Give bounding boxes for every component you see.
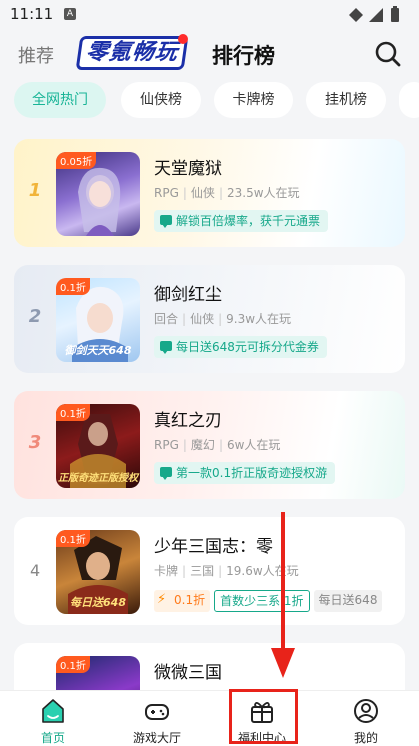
profile-icon (354, 699, 378, 723)
game-thumbnail: 0.05折 (56, 152, 140, 236)
promo-text: 第一款0.1折正版奇迹授权游 (176, 466, 328, 480)
tab-recommend[interactable]: 推荐 (18, 42, 54, 68)
message-icon (160, 341, 172, 354)
rank-number: 4 (30, 561, 41, 580)
nav-label: 首页 (40, 731, 65, 745)
game-genre: 回合 (154, 312, 179, 326)
chip-idle[interactable]: 挂机榜 (306, 82, 386, 118)
game-genre: 卡牌 (154, 564, 179, 578)
chip-more[interactable] (399, 82, 419, 118)
price-tag: 0.1折 (154, 590, 211, 612)
message-icon (160, 215, 172, 228)
annotation-arrow-head (271, 648, 295, 678)
promo-text: 每日送648元可拆分代金券 (176, 340, 319, 354)
category-chips: 全网热门 仙侠榜 卡牌榜 挂机榜 (0, 82, 419, 120)
discount-badge: 0.1折 (56, 656, 90, 673)
game-meta: 卡牌 | 三国 | 19.6w人在玩 (154, 564, 299, 578)
thumbnail-caption: 正版奇迹正版授权 (58, 473, 138, 484)
game-card[interactable]: 3 0.1折 正版奇迹正版授权 真红之刃 RPG | 魔幻 | 6w人在玩 第一款0.1… (14, 391, 405, 499)
game-promo-tag: 第一款0.1折正版奇迹授权游 (154, 462, 336, 484)
game-meta: 回合 | 仙侠 | 9.3w人在玩 (154, 312, 292, 326)
game-genre: RPG (154, 186, 179, 200)
game-title: 御剑红尘 (154, 285, 222, 305)
status-bar: 11:11 A (0, 0, 419, 30)
discount-badge: 0.1折 (56, 404, 90, 421)
rank-badge: 2 (28, 306, 42, 327)
game-title: 少年三国志：零 (154, 537, 273, 557)
annotation-arrow-line (281, 512, 285, 652)
status-time: 11:11 (10, 5, 54, 23)
promo-text: 解锁百倍爆率，获千元通票 (176, 214, 321, 228)
nav-label: 我的 (353, 731, 378, 745)
chip-card[interactable]: 卡牌榜 (214, 82, 293, 118)
rank-badge: 3 (28, 432, 42, 453)
game-thumbnail: 0.1折 每日送648 (56, 530, 140, 614)
annotation-highlight-box (229, 689, 298, 744)
game-theme: 三国 (190, 564, 215, 578)
chip-xianxia[interactable]: 仙侠榜 (121, 82, 201, 118)
promo-tag: 首数少三系.1折 (214, 590, 310, 612)
thumbnail-caption: 每日送648 (70, 596, 126, 609)
game-thumbnail: 0.1折 正版奇迹正版授权 (56, 404, 140, 488)
search-icon[interactable] (374, 40, 402, 68)
chip-hot[interactable]: 全网热门 (14, 82, 106, 118)
nav-label: 游戏大厅 (132, 731, 181, 745)
rank-badge: 1 (28, 180, 42, 201)
game-title: 天堂魔狱 (154, 159, 222, 179)
home-icon (42, 699, 64, 723)
game-meta: RPG | 魔幻 | 6w人在玩 (154, 438, 281, 452)
game-theme: 仙侠 (190, 312, 215, 326)
game-card[interactable]: 2 0.1折 御剑天天648 御剑红尘 回合 | 仙侠 | 9.3w人在玩 每日送648… (14, 265, 405, 373)
game-tags: 0.1折首数少三系.1折每日送648 (154, 590, 386, 612)
game-meta: RPG | 仙侠 | 23.5w人在玩 (154, 186, 300, 200)
game-thumbnail: 0.1折 御剑天天648 (56, 278, 140, 362)
message-icon (160, 467, 172, 480)
tab-ranking[interactable]: 排行榜 (212, 40, 275, 70)
discount-badge: 0.05折 (56, 152, 97, 169)
system-status-icons (349, 6, 399, 22)
game-genre: RPG (154, 438, 179, 452)
game-theme: 仙侠 (190, 186, 215, 200)
game-players: 19.6w人在玩 (226, 564, 299, 578)
bottom-navigation: 首页 游戏大厅 福利中心 我的 (0, 690, 419, 746)
game-theme: 魔幻 (190, 438, 215, 452)
game-promo-tag: 每日送648元可拆分代金券 (154, 336, 327, 358)
game-promo-tag: 解锁百倍爆率，获千元通票 (154, 210, 329, 232)
game-card[interactable]: 4 0.1折 每日送648 少年三国志：零 卡牌|三国|19.6w人在玩 0.1… (14, 517, 405, 625)
discount-badge: 0.1折 (56, 530, 90, 547)
gamepad-icon (145, 704, 169, 720)
game-players: 6w人在玩 (226, 438, 281, 452)
game-players: 9.3w人在玩 (226, 312, 292, 326)
logo-text: 零氪畅玩 (75, 36, 189, 70)
logo-dot (178, 34, 188, 44)
discount-badge: 0.1折 (56, 278, 90, 295)
app-logo[interactable]: 零氪畅玩 (75, 34, 189, 74)
game-card[interactable]: 1 0.05折 天堂魔狱 RPG | 仙侠 | 23.5w人在玩 解锁百倍爆率，获千元通… (14, 139, 405, 247)
nav-profile[interactable]: 我的 (326, 691, 406, 746)
promo-tag: 每日送648 (313, 590, 383, 612)
nav-home[interactable]: 首页 (13, 691, 93, 746)
thumbnail-caption: 御剑天天648 (64, 344, 132, 357)
top-navigation: 推荐 零氪畅玩 排行榜 (0, 30, 419, 80)
notification-icon: A (64, 8, 76, 20)
game-players: 23.5w人在玩 (226, 186, 300, 200)
game-title: 微微三国 (154, 663, 222, 683)
game-title: 真红之刃 (154, 411, 222, 431)
nav-game-hall[interactable]: 游戏大厅 (117, 691, 197, 746)
